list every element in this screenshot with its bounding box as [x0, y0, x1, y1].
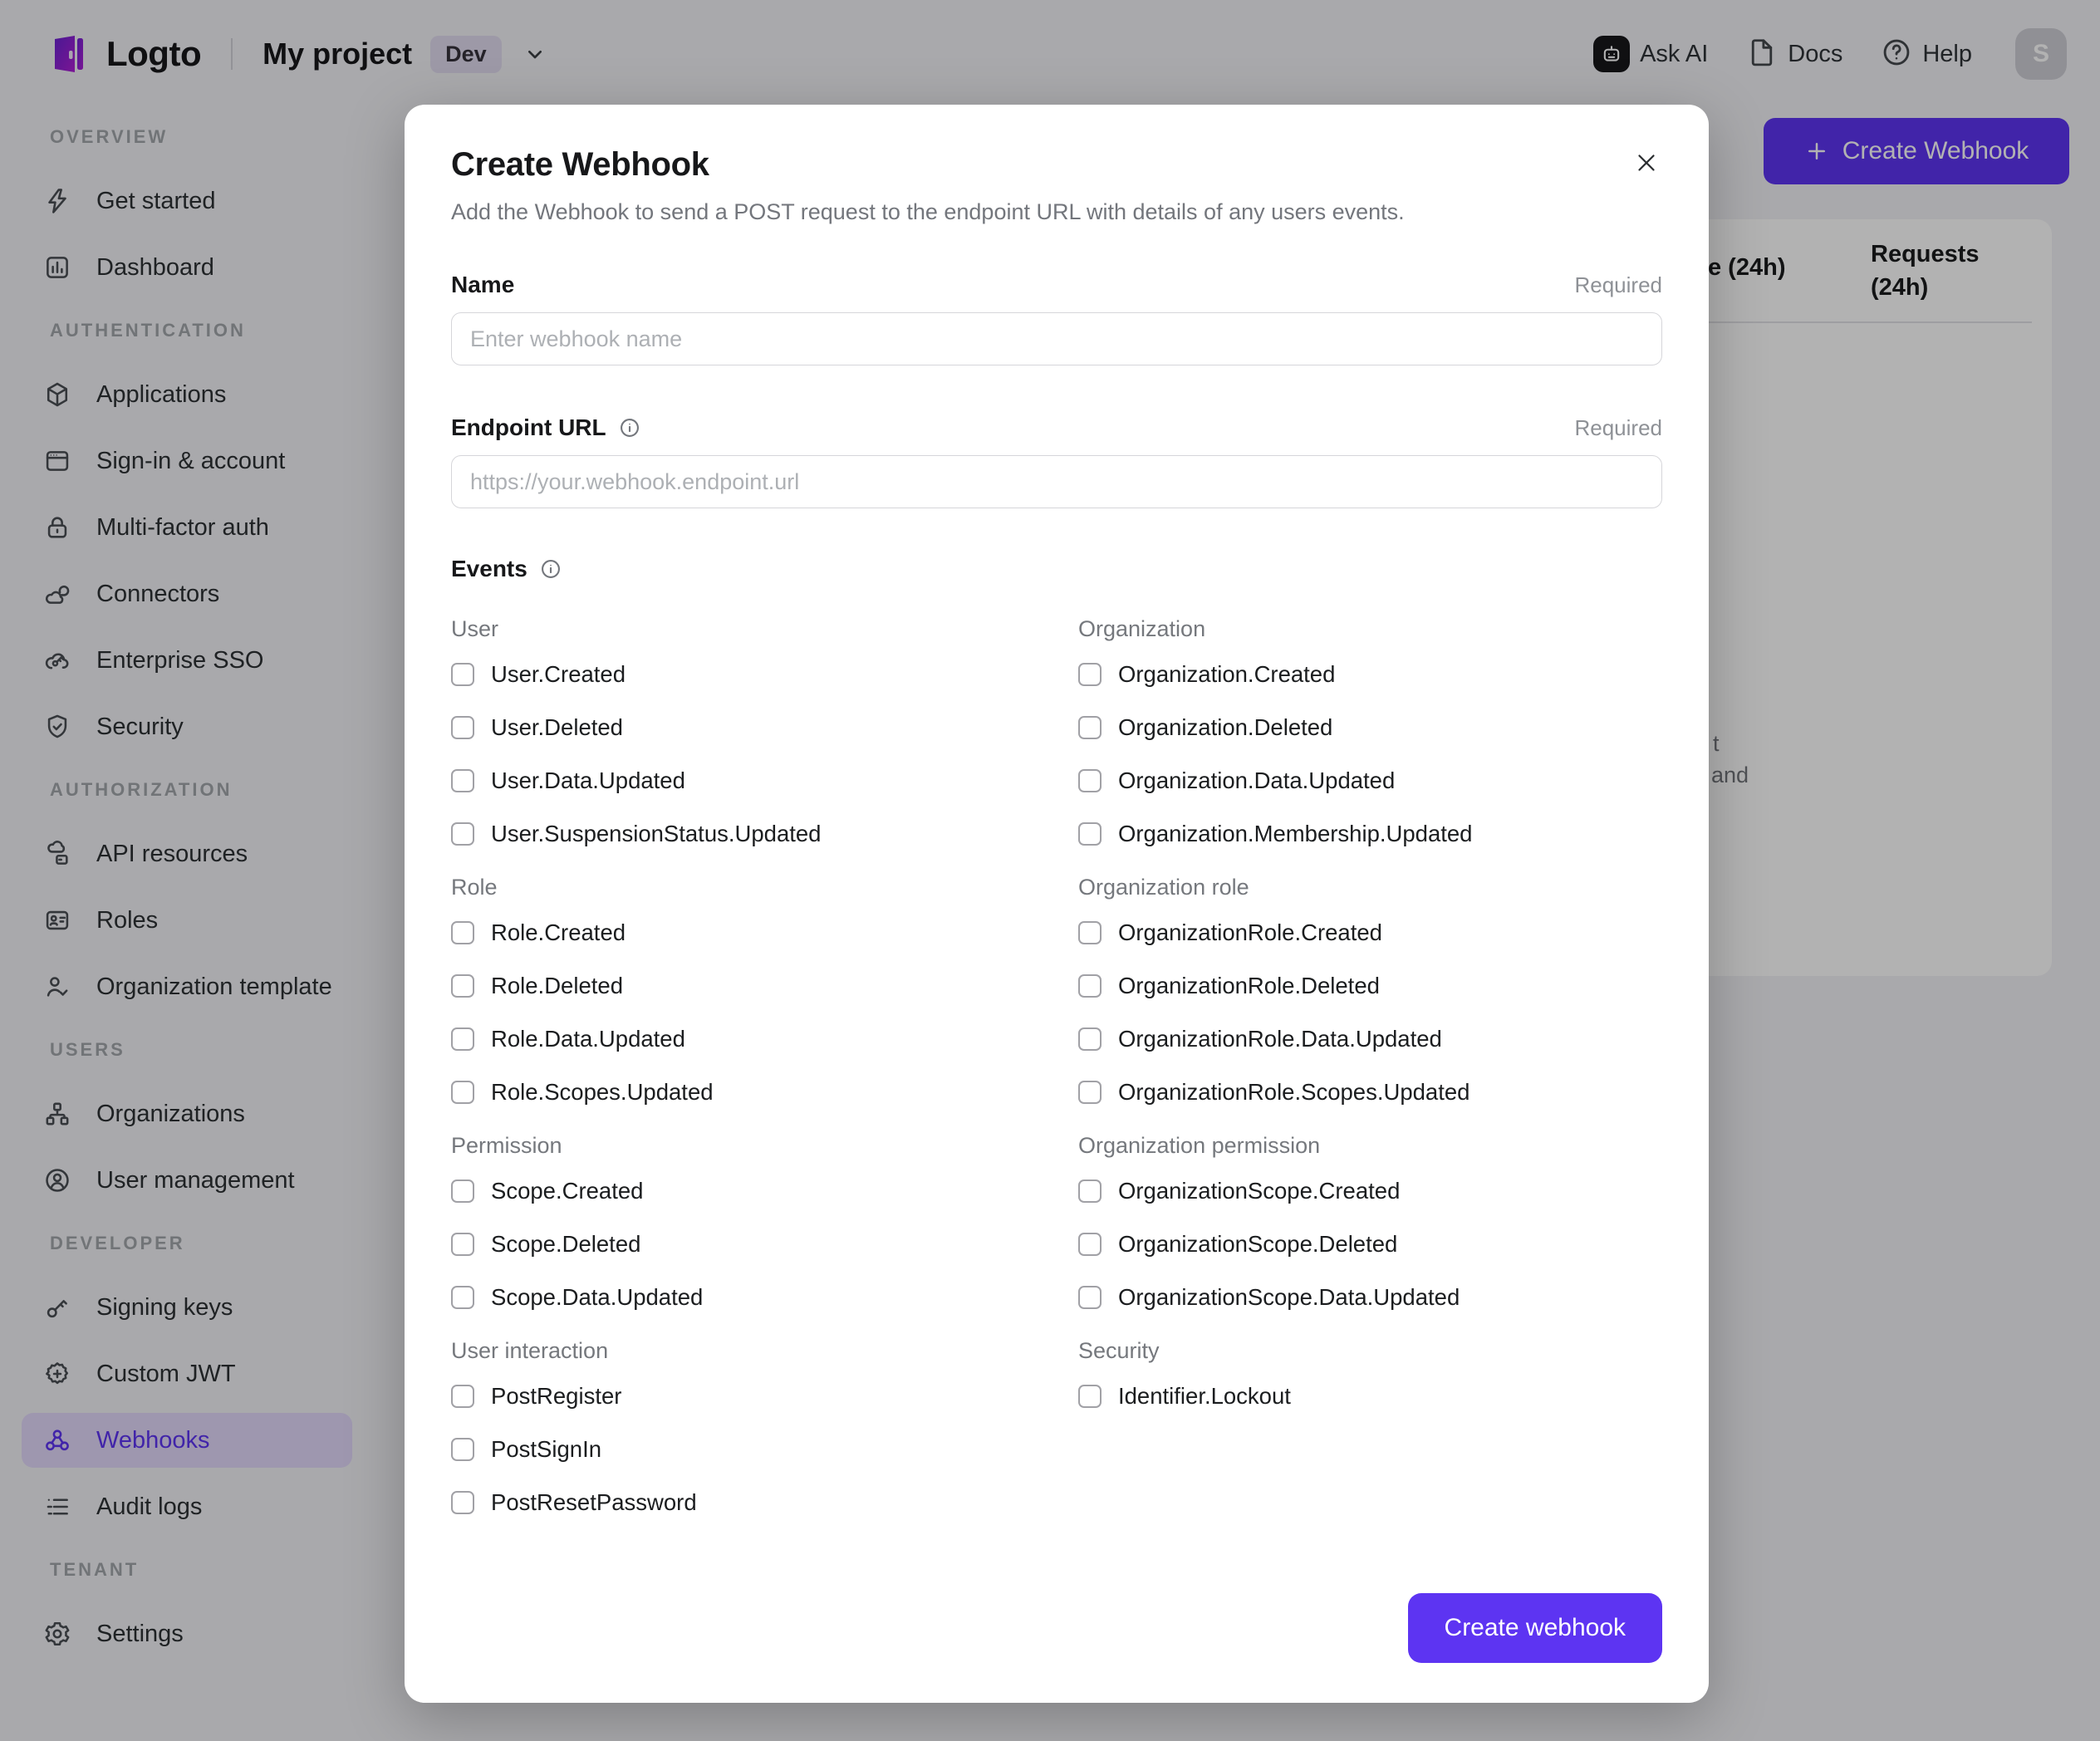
event-checkbox-scope-deleted[interactable]: Scope.Deleted [451, 1230, 1078, 1258]
event-group-title: User [451, 616, 499, 641]
checkbox[interactable] [451, 1081, 474, 1104]
event-group-user-interaction: User interaction PostRegister PostSignIn… [451, 1336, 1078, 1517]
endpoint-url-label: Endpoint URL [451, 414, 606, 440]
event-checkbox-identifier-lockout[interactable]: Identifier.Lockout [1078, 1382, 1705, 1410]
event-group-title: User interaction [451, 1338, 609, 1363]
event-checkbox-organizationscope-created[interactable]: OrganizationScope.Created [1078, 1177, 1705, 1205]
checkbox[interactable] [451, 1027, 474, 1051]
webhook-name-input[interactable] [451, 312, 1662, 365]
checkbox[interactable] [1078, 1179, 1102, 1203]
name-label: Name [451, 272, 515, 297]
checkbox[interactable] [451, 769, 474, 792]
required-badge: Required [1574, 414, 1662, 440]
event-checkbox-role-scopes-updated[interactable]: Role.Scopes.Updated [451, 1078, 1078, 1106]
modal-description: Add the Webhook to send a POST request t… [451, 199, 1405, 224]
checkbox[interactable] [1078, 716, 1102, 739]
event-group-organization-permission: Organization permission OrganizationScop… [1078, 1131, 1705, 1312]
create-webhook-submit-button[interactable]: Create webhook [1407, 1593, 1662, 1663]
checkbox[interactable] [451, 1233, 474, 1256]
event-group-title: Role [451, 875, 498, 900]
endpoint-url-input[interactable] [451, 455, 1662, 508]
checkbox[interactable] [451, 1385, 474, 1408]
event-checkbox-user-suspensionstatus-updated[interactable]: User.SuspensionStatus.Updated [451, 820, 1078, 848]
event-checkbox-postresetpassword[interactable]: PostResetPassword [451, 1488, 1078, 1517]
event-group-title: Security [1078, 1338, 1160, 1363]
checkbox[interactable] [1078, 974, 1102, 998]
event-checkbox-organizationrole-created[interactable]: OrganizationRole.Created [1078, 919, 1705, 947]
info-icon[interactable] [618, 416, 641, 439]
event-checkbox-scope-data-updated[interactable]: Scope.Data.Updated [451, 1283, 1078, 1312]
events-section: Events User User.Created User.Deleted Us… [451, 555, 1662, 1542]
event-checkbox-organizationscope-deleted[interactable]: OrganizationScope.Deleted [1078, 1230, 1705, 1258]
checkbox[interactable] [451, 1179, 474, 1203]
event-checkbox-user-deleted[interactable]: User.Deleted [451, 714, 1078, 742]
checkbox[interactable] [1078, 1286, 1102, 1309]
event-checkbox-organizationscope-data-updated[interactable]: OrganizationScope.Data.Updated [1078, 1283, 1705, 1312]
checkbox[interactable] [1078, 1027, 1102, 1051]
event-checkbox-postsignin[interactable]: PostSignIn [451, 1435, 1078, 1464]
event-group-title: Organization permission [1078, 1133, 1321, 1158]
checkbox[interactable] [1078, 769, 1102, 792]
checkbox[interactable] [451, 1286, 474, 1309]
create-webhook-modal: Create Webhook Add the Webhook to send a… [405, 105, 1709, 1703]
checkbox[interactable] [451, 921, 474, 944]
event-checkbox-scope-created[interactable]: Scope.Created [451, 1177, 1078, 1205]
event-checkbox-role-deleted[interactable]: Role.Deleted [451, 972, 1078, 1000]
event-column-1: User User.Created User.Deleted User.Data… [451, 598, 1078, 1542]
checkbox[interactable] [451, 974, 474, 998]
checkbox[interactable] [451, 663, 474, 686]
event-checkbox-organizationrole-data-updated[interactable]: OrganizationRole.Data.Updated [1078, 1025, 1705, 1053]
event-checkbox-role-created[interactable]: Role.Created [451, 919, 1078, 947]
checkbox[interactable] [1078, 663, 1102, 686]
name-field: Name Required [451, 271, 1662, 365]
event-columns: User User.Created User.Deleted User.Data… [451, 598, 1662, 1542]
event-group-role: Role Role.Created Role.Deleted Role.Data… [451, 873, 1078, 1106]
checkbox[interactable] [1078, 1081, 1102, 1104]
checkbox[interactable] [1078, 1385, 1102, 1408]
event-checkbox-organization-data-updated[interactable]: Organization.Data.Updated [1078, 767, 1705, 795]
close-icon[interactable] [1631, 148, 1662, 179]
event-checkbox-organizationrole-scopes-updated[interactable]: OrganizationRole.Scopes.Updated [1078, 1078, 1705, 1106]
event-checkbox-role-data-updated[interactable]: Role.Data.Updated [451, 1025, 1078, 1053]
event-group-title: Permission [451, 1133, 562, 1158]
event-group-user: User User.Created User.Deleted User.Data… [451, 615, 1078, 848]
event-group-permission: Permission Scope.Created Scope.Deleted S… [451, 1131, 1078, 1312]
checkbox[interactable] [451, 822, 474, 846]
checkbox[interactable] [451, 1438, 474, 1461]
event-checkbox-postregister[interactable]: PostRegister [451, 1382, 1078, 1410]
modal-title: Create Webhook [451, 146, 709, 183]
event-column-2: Organization Organization.Created Organi… [1078, 598, 1705, 1542]
event-group-title: Organization [1078, 616, 1206, 641]
checkbox[interactable] [451, 1491, 474, 1514]
event-group-organization: Organization Organization.Created Organi… [1078, 615, 1705, 848]
event-checkbox-user-data-updated[interactable]: User.Data.Updated [451, 767, 1078, 795]
event-checkbox-user-created[interactable]: User.Created [451, 660, 1078, 689]
info-icon[interactable] [539, 557, 562, 581]
event-checkbox-organization-membership-updated[interactable]: Organization.Membership.Updated [1078, 820, 1705, 848]
checkbox[interactable] [1078, 921, 1102, 944]
event-group-organization-role: Organization role OrganizationRole.Creat… [1078, 873, 1705, 1106]
checkbox[interactable] [1078, 1233, 1102, 1256]
endpoint-field: Endpoint URL Required [451, 414, 1662, 508]
event-checkbox-organization-created[interactable]: Organization.Created [1078, 660, 1705, 689]
checkbox[interactable] [451, 716, 474, 739]
checkbox[interactable] [1078, 822, 1102, 846]
events-label: Events [451, 556, 527, 581]
event-checkbox-organization-deleted[interactable]: Organization.Deleted [1078, 714, 1705, 742]
event-group-security: Security Identifier.Lockout [1078, 1336, 1705, 1410]
event-checkbox-organizationrole-deleted[interactable]: OrganizationRole.Deleted [1078, 972, 1705, 1000]
event-group-title: Organization role [1078, 875, 1249, 900]
required-badge: Required [1574, 272, 1662, 297]
